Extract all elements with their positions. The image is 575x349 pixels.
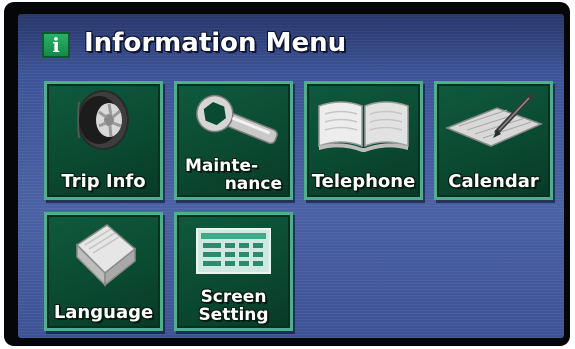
screen-setting-label: Screen Setting [177,288,290,324]
language-label: Language [53,302,154,323]
maintenance-label-line1: Mainte- [185,156,259,176]
maintenance-label: Mainte- nance [177,157,290,193]
info-icon: i [42,32,70,58]
screen-setting-label-line2: Setting [198,305,269,325]
telephone-button[interactable]: Telephone [304,81,423,200]
maintenance-button[interactable]: Mainte- nance [174,81,293,200]
maintenance-label-line2: nance [224,174,282,194]
display-bezel: i Information Menu Trip Info Mainte- nan… [4,2,570,346]
telephone-label: Telephone [311,171,416,192]
language-button[interactable]: Language [44,212,163,331]
trip-info-label: Trip Info [61,171,146,192]
page-title: Information Menu [84,28,347,58]
screen-setting-button[interactable]: Screen Setting [174,212,293,331]
calendar-label: Calendar [448,171,539,192]
screen-setting-label-line1: Screen [200,287,267,307]
screen: i Information Menu Trip Info Mainte- nan… [18,14,564,338]
trip-info-button[interactable]: Trip Info [44,81,163,200]
calendar-button[interactable]: Calendar [434,81,553,200]
